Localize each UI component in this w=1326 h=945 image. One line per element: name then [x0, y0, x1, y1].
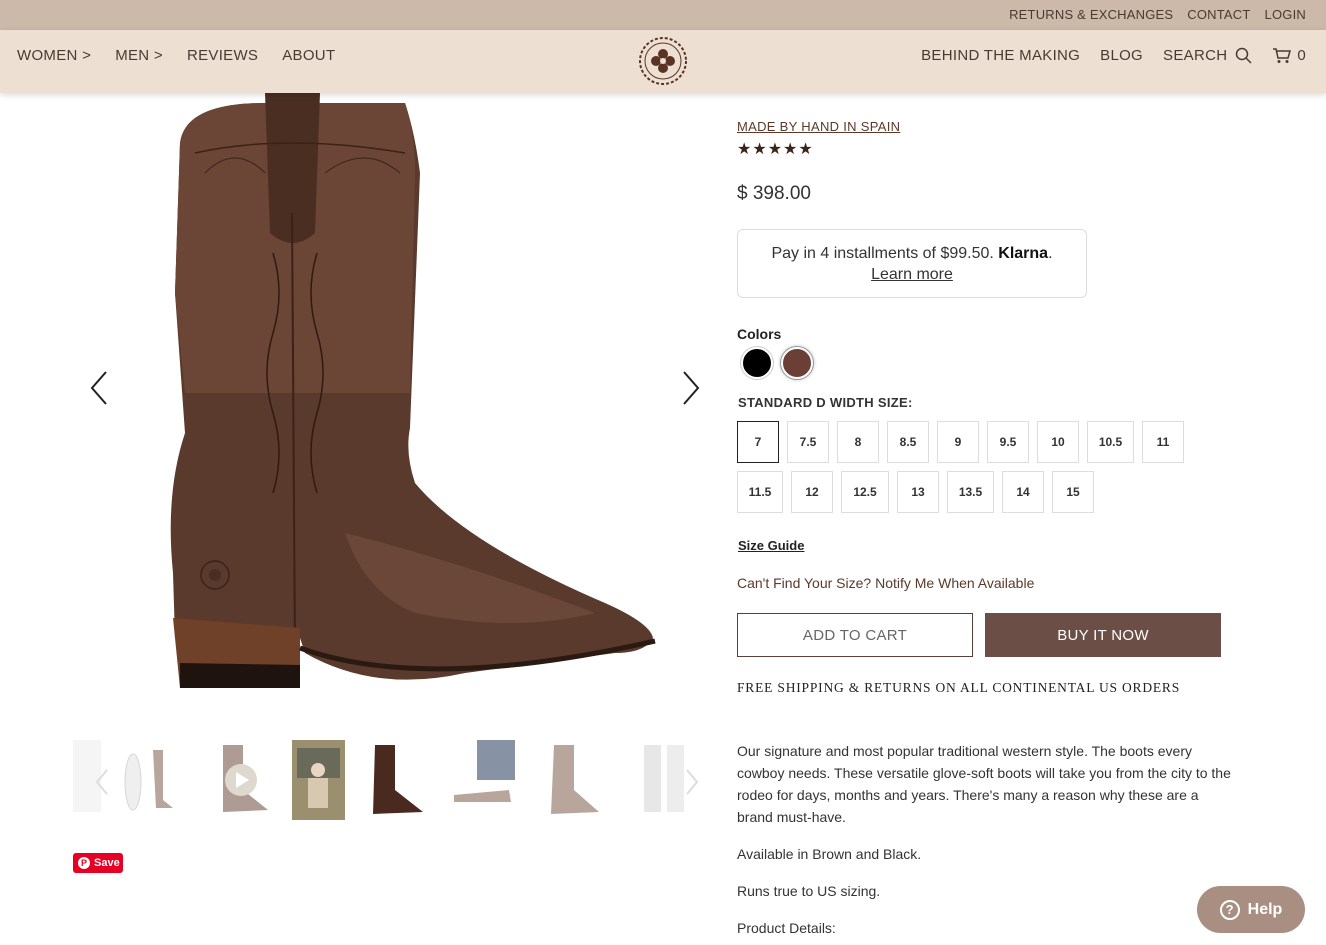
product-main-image — [170, 93, 656, 688]
thumbnail[interactable] — [449, 740, 517, 822]
nav-blog[interactable]: BLOG — [1100, 47, 1143, 64]
thumbs-next-arrow-icon[interactable] — [683, 768, 701, 796]
nav-behind-the-making[interactable]: BEHIND THE MAKING — [921, 47, 1080, 64]
size-guide-link[interactable]: Size Guide — [738, 538, 804, 553]
gallery-next-arrow-icon[interactable] — [676, 368, 706, 408]
size-option[interactable]: 7.5 — [787, 421, 829, 463]
klarna-text: Pay in 4 installments of $99.50. — [771, 245, 999, 262]
description-paragraph: Our signature and most popular tradition… — [737, 743, 1231, 825]
color-swatch-black[interactable] — [741, 347, 773, 379]
main-nav: WOMEN > MEN > REVIEWS ABOUT BEHIND THE M… — [0, 30, 1326, 93]
size-option[interactable]: 8.5 — [887, 421, 929, 463]
thumbnail[interactable] — [539, 740, 604, 822]
klarna-box: Pay in 4 installments of $99.50. Klarna.… — [737, 229, 1087, 298]
buy-it-now-button[interactable]: BUY IT NOW — [985, 613, 1221, 657]
nav-cart[interactable]: 0 — [1272, 47, 1306, 64]
search-icon — [1236, 47, 1252, 64]
help-label: Help — [1247, 900, 1283, 918]
klarna-learn-more-link[interactable]: Learn more — [871, 266, 953, 283]
utility-bar: RETURNS & EXCHANGES CONTACT LOGIN — [0, 0, 1326, 30]
product-description: Our signature and most popular tradition… — [737, 740, 1237, 945]
help-icon: ? — [1219, 899, 1240, 920]
thumbnail-video[interactable] — [213, 740, 278, 822]
colors-label: Colors — [737, 326, 782, 342]
pinterest-save-button[interactable]: P Save — [73, 853, 123, 873]
nav-men[interactable]: MEN > — [115, 47, 163, 64]
returns-link[interactable]: RETURNS & EXCHANGES — [1009, 7, 1173, 22]
size-option[interactable]: 9 — [937, 421, 979, 463]
description-paragraph: Product Details: — [737, 920, 836, 936]
add-to-cart-button[interactable]: ADD TO CART — [737, 613, 973, 657]
size-label: STANDARD D WIDTH SIZE: — [738, 395, 913, 410]
size-option[interactable]: 9.5 — [987, 421, 1029, 463]
cart-icon — [1273, 48, 1292, 63]
help-button[interactable]: ? Help — [1197, 886, 1305, 933]
nav-reviews[interactable]: REVIEWS — [187, 47, 258, 64]
size-option[interactable]: 11.5 — [737, 471, 783, 513]
size-option[interactable]: 11 — [1142, 421, 1184, 463]
pinterest-save-label: Save — [94, 857, 120, 869]
size-option[interactable]: 12 — [791, 471, 833, 513]
nav-left: WOMEN > MEN > REVIEWS ABOUT — [17, 47, 335, 64]
thumbnail[interactable] — [118, 740, 178, 822]
utility-links: RETURNS & EXCHANGES CONTACT LOGIN — [1009, 7, 1306, 22]
cart-count: 0 — [1297, 47, 1306, 64]
product-gallery — [70, 93, 710, 713]
rating-stars[interactable]: ★★★★★ — [737, 139, 814, 159]
color-swatch-brown[interactable] — [781, 347, 813, 379]
brand-logo-icon[interactable] — [638, 36, 688, 86]
nav-search[interactable]: SEARCH — [1163, 47, 1252, 64]
size-option[interactable]: 8 — [837, 421, 879, 463]
thumbs-prev-arrow-icon[interactable] — [93, 768, 111, 796]
klarna-brand: Klarna — [998, 245, 1049, 262]
size-option[interactable]: 13 — [897, 471, 939, 513]
made-in-spain-link[interactable]: MADE BY HAND IN SPAIN — [737, 119, 900, 134]
search-label: SEARCH — [1163, 47, 1228, 64]
shipping-notice: FREE SHIPPING & RETURNS ON ALL CONTINENT… — [737, 680, 1181, 695]
product-price: $ 398.00 — [737, 183, 811, 204]
nav-women[interactable]: WOMEN > — [17, 47, 91, 64]
description-paragraph: Available in Brown and Black. — [737, 846, 922, 862]
gallery-prev-arrow-icon[interactable] — [84, 368, 114, 408]
thumbnail-strip — [73, 740, 703, 822]
size-option[interactable]: 12.5 — [841, 471, 889, 513]
nav-about[interactable]: ABOUT — [282, 47, 335, 64]
size-option[interactable]: 10 — [1037, 421, 1079, 463]
thumbnail[interactable] — [292, 740, 345, 822]
pinterest-icon: P — [78, 857, 90, 869]
contact-link[interactable]: CONTACT — [1187, 7, 1250, 22]
size-option[interactable]: 15 — [1052, 471, 1094, 513]
description-paragraph: Runs true to US sizing. — [737, 883, 881, 899]
klarna-dot: . — [1048, 245, 1053, 262]
size-option[interactable]: 13.5 — [947, 471, 994, 513]
size-option[interactable]: 14 — [1002, 471, 1044, 513]
nav-right: BEHIND THE MAKING BLOG SEARCH 0 — [921, 47, 1306, 64]
thumbnail[interactable] — [365, 740, 430, 822]
login-link[interactable]: LOGIN — [1265, 7, 1306, 22]
size-option[interactable]: 7 — [737, 421, 779, 463]
notify-me-link[interactable]: Can't Find Your Size? Notify Me When Ava… — [737, 575, 1034, 591]
size-option[interactable]: 10.5 — [1087, 421, 1134, 463]
